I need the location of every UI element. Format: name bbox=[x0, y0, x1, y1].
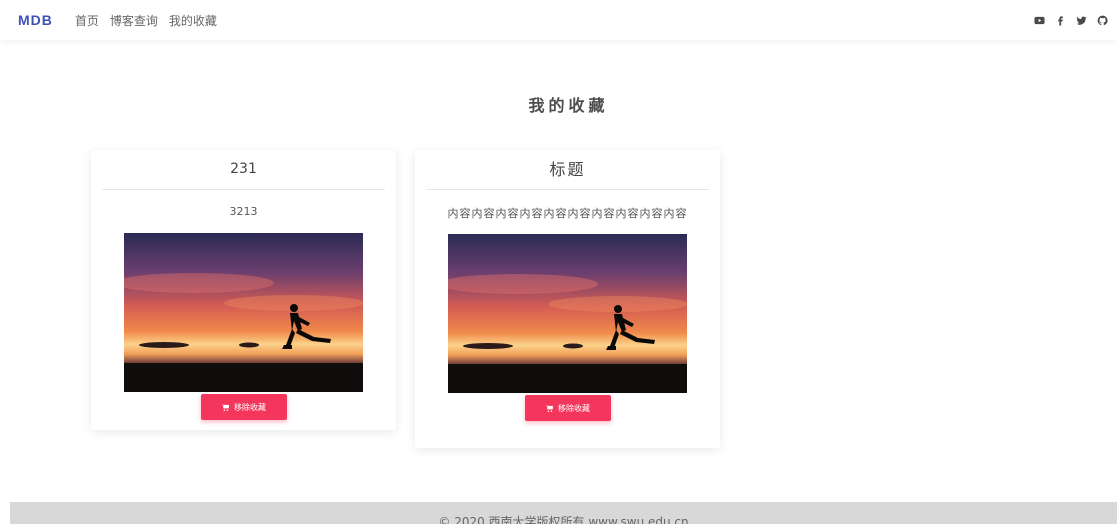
nav-link-blog-search[interactable]: 博客查询 bbox=[110, 12, 158, 29]
footer-copyright: © 2020 西南大学版权所有 www.swu.edu.cn bbox=[438, 515, 689, 524]
nav-link-home[interactable]: 首页 bbox=[75, 12, 99, 29]
footer: © 2020 西南大学版权所有 www.swu.edu.cn bbox=[10, 502, 1117, 524]
page-title: 我的收藏 bbox=[528, 96, 609, 115]
cart-icon bbox=[221, 403, 229, 411]
brand-logo[interactable]: MDB bbox=[18, 12, 53, 28]
sunset-runner-image bbox=[448, 234, 687, 393]
card-content: 内容内容内容内容内容内容内容内容内容内容 bbox=[447, 207, 688, 220]
sunset-runner-image bbox=[124, 233, 363, 392]
favorite-card: 231 3213 移除收藏 bbox=[91, 150, 396, 430]
twitter-icon[interactable] bbox=[1072, 11, 1090, 29]
remove-favorite-button[interactable]: 移除收藏 bbox=[200, 394, 287, 420]
card-divider bbox=[426, 189, 709, 190]
remove-favorite-button[interactable]: 移除收藏 bbox=[524, 395, 611, 421]
remove-favorite-label: 移除收藏 bbox=[558, 403, 590, 413]
favorite-card: 标题 内容内容内容内容内容内容内容内容内容内容 移除收藏 bbox=[415, 150, 720, 448]
card-title: 标题 bbox=[549, 160, 586, 179]
facebook-icon[interactable] bbox=[1051, 11, 1069, 29]
card-divider bbox=[102, 189, 385, 190]
youtube-icon[interactable] bbox=[1030, 11, 1048, 29]
navbar: MDB 首页 博客查询 我的收藏 bbox=[0, 0, 1117, 40]
social-icons bbox=[1027, 11, 1111, 29]
github-icon[interactable] bbox=[1093, 11, 1111, 29]
card-title: 231 bbox=[230, 161, 257, 177]
card-content: 3213 bbox=[229, 205, 258, 218]
remove-favorite-label: 移除收藏 bbox=[234, 402, 266, 412]
cart-icon bbox=[545, 404, 553, 412]
nav-link-favorites[interactable]: 我的收藏 bbox=[169, 12, 217, 29]
